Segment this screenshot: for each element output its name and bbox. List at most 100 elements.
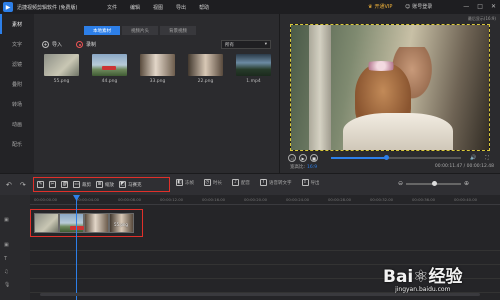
video-track-icon: ▣ <box>4 217 9 223</box>
media-item[interactable]: 44.png <box>92 54 127 84</box>
playhead[interactable] <box>76 195 77 300</box>
pip-track[interactable] <box>30 237 500 251</box>
play-icon[interactable]: ▶ <box>299 154 307 162</box>
sidebar-item-transition[interactable]: 转场 <box>0 94 34 114</box>
split-button[interactable]: ✂ <box>49 181 56 188</box>
app-title: 迅捷视频剪辑软件 (免费版) <box>17 4 78 11</box>
duration-label: 时长 <box>213 180 222 186</box>
music-note-icon: ♪ <box>232 179 239 186</box>
zoom-icon: ⊞ <box>96 181 103 188</box>
player-controls: ◁ ▶ ■ 🔊 ⛶ <box>288 153 494 163</box>
media-grid: 55.png 44.png 33.png 22.png 1.mp4 <box>44 54 271 84</box>
user-icon: ☺ <box>405 3 411 10</box>
timeline-clip[interactable] <box>59 213 84 233</box>
export-label: 导出 <box>310 180 320 186</box>
media-thumbnail <box>140 54 175 76</box>
fullscreen-icon[interactable]: ⛶ <box>485 155 489 161</box>
progress-bar[interactable] <box>331 155 461 160</box>
export-button[interactable]: ⇪ 导出 <box>301 179 320 186</box>
window-controls: — □ ✕ <box>463 3 496 10</box>
other-tools: ◧ 冻帧 ◷ 时长 ♪ 配音 T 语音转文字 ⇪ 导出 <box>176 179 320 186</box>
media-item[interactable]: 22.png <box>188 54 223 84</box>
record-button[interactable]: 录制 <box>76 41 96 48</box>
sidebar: 素材 文字 滤镜 叠附 转场 动画 配乐 <box>0 14 34 173</box>
media-name: 1.mp4 <box>246 79 261 84</box>
highlighted-tools: ✎ ✂ 🗑 ▭ 裁剪 ⊞ 缩放 ◩ 马赛克 <box>33 177 170 192</box>
media-thumbnail <box>92 54 127 76</box>
minimize-icon[interactable]: — <box>463 3 469 10</box>
sidebar-item-animation[interactable]: 动画 <box>0 114 34 134</box>
progress-knob[interactable] <box>384 155 390 160</box>
menu-view[interactable]: 视图 <box>153 4 163 11</box>
close-icon[interactable]: ✕ <box>491 3 496 10</box>
crop-icon: ▭ <box>73 181 80 188</box>
freeze-button[interactable]: ◧ 冻帧 <box>176 179 194 186</box>
edit-toolbar: ↶ ↷ ✎ ✂ 🗑 ▭ 裁剪 ⊞ 缩放 ◩ 马赛克 ◧ 冻帧 ◷ 时长 ♪ 配音 T 语音转文… <box>0 173 500 195</box>
time-ruler[interactable]: 00:00:00.00 00:00:04.00 00:00:08.00 00:0… <box>30 195 500 205</box>
vip-button[interactable]: ♛ 开通VIP <box>368 3 392 11</box>
sidebar-item-text[interactable]: 文字 <box>0 34 34 54</box>
filter-select[interactable]: 所有 ▾ <box>221 40 271 49</box>
mosaic-icon: ◩ <box>119 181 126 188</box>
export-icon: ⇪ <box>301 179 309 186</box>
zoom-in-icon[interactable]: ⊕ <box>464 180 469 187</box>
speech-to-text-button[interactable]: T 语音转文字 <box>260 179 292 186</box>
redo-icon[interactable]: ↷ <box>20 181 26 189</box>
zoom-button[interactable]: ⊞ 缩放 <box>96 181 114 188</box>
media-thumbnail <box>188 54 223 76</box>
timeline-clip[interactable]: 55.png <box>109 213 134 233</box>
tab-video-intro[interactable]: 视频片头 <box>122 26 158 35</box>
mosaic-button[interactable]: ◩ 马赛克 <box>119 181 142 188</box>
ruler-tick: 00:00:28.00 <box>328 197 352 202</box>
delete-button[interactable]: 🗑 <box>61 181 68 188</box>
tab-background-video[interactable]: 背景视频 <box>160 26 196 35</box>
clip-name: 55.png <box>114 222 128 227</box>
menu-edit[interactable]: 编辑 <box>130 4 140 11</box>
video-pillar <box>309 25 331 150</box>
duration-button[interactable]: ◷ 时长 <box>204 179 222 186</box>
aspect-ratio[interactable]: 宽高比: 16:9 <box>290 164 317 170</box>
mosaic-label: 马赛克 <box>128 182 142 188</box>
watermark-url: jingyan.baidu.com <box>395 286 451 293</box>
timeline-clip[interactable] <box>84 213 109 233</box>
ruler-tick: 00:00:20.00 <box>244 197 268 202</box>
sidebar-item-material[interactable]: 素材 <box>0 14 34 34</box>
dubbing-button[interactable]: ♪ 配音 <box>232 179 250 186</box>
ruler-tick: 00:00:12.00 <box>160 197 184 202</box>
time-display: 00:00:11.47 / 00:00:12.48 <box>434 164 494 169</box>
freeze-icon: ◧ <box>176 179 183 186</box>
record-icon <box>76 41 84 48</box>
undo-icon[interactable]: ↶ <box>6 181 12 189</box>
menu-help[interactable]: 帮助 <box>199 4 209 11</box>
media-item[interactable]: 33.png <box>140 54 175 84</box>
video-preview[interactable] <box>290 24 490 151</box>
edit-button[interactable]: ✎ <box>37 181 44 188</box>
menu-export[interactable]: 导出 <box>176 4 186 11</box>
media-item[interactable]: 55.png <box>44 54 79 84</box>
timeline-clip[interactable] <box>34 213 59 233</box>
menu-file[interactable]: 文件 <box>107 4 117 11</box>
media-item[interactable]: 1.mp4 <box>236 54 271 84</box>
tab-local-material[interactable]: 本地素材 <box>84 26 120 35</box>
stop-icon[interactable]: ■ <box>310 154 318 162</box>
filter-value: 所有 <box>225 42 234 48</box>
zoom-label: 缩放 <box>105 182 114 188</box>
volume-icon[interactable]: 🔊 <box>470 155 476 161</box>
preview-panel: 最后显示(16:9) ◁ ▶ ■ 🔊 ⛶ 宽高比: 16:9 00:00:11.4… <box>279 14 500 173</box>
zoom-out-icon[interactable]: ⊖ <box>398 180 403 187</box>
sidebar-item-filter[interactable]: 滤镜 <box>0 54 34 74</box>
sidebar-item-music[interactable]: 配乐 <box>0 134 34 154</box>
app-logo-icon: ▶ <box>3 2 13 12</box>
zoom-slider[interactable] <box>406 180 462 186</box>
maximize-icon[interactable]: □ <box>477 3 483 10</box>
sidebar-item-overlay[interactable]: 叠附 <box>0 74 34 94</box>
menu-bar: 文件 编辑 视图 导出 帮助 <box>107 4 209 11</box>
import-button[interactable]: + 导入 <box>42 41 62 48</box>
ruler-tick: 00:00:36.00 <box>412 197 436 202</box>
title-bar: ▶ 迅捷视频剪辑软件 (免费版) 文件 编辑 视图 导出 帮助 ♛ 开通VIP … <box>0 0 500 14</box>
login-button[interactable]: ☺ 账号登录 <box>405 3 432 11</box>
horizontal-scrollbar[interactable] <box>40 293 480 296</box>
prev-frame-icon[interactable]: ◁ <box>288 154 296 162</box>
watermark-logo: Bai⚛经验 <box>383 267 463 287</box>
crop-button[interactable]: ▭ 裁剪 <box>73 181 91 188</box>
